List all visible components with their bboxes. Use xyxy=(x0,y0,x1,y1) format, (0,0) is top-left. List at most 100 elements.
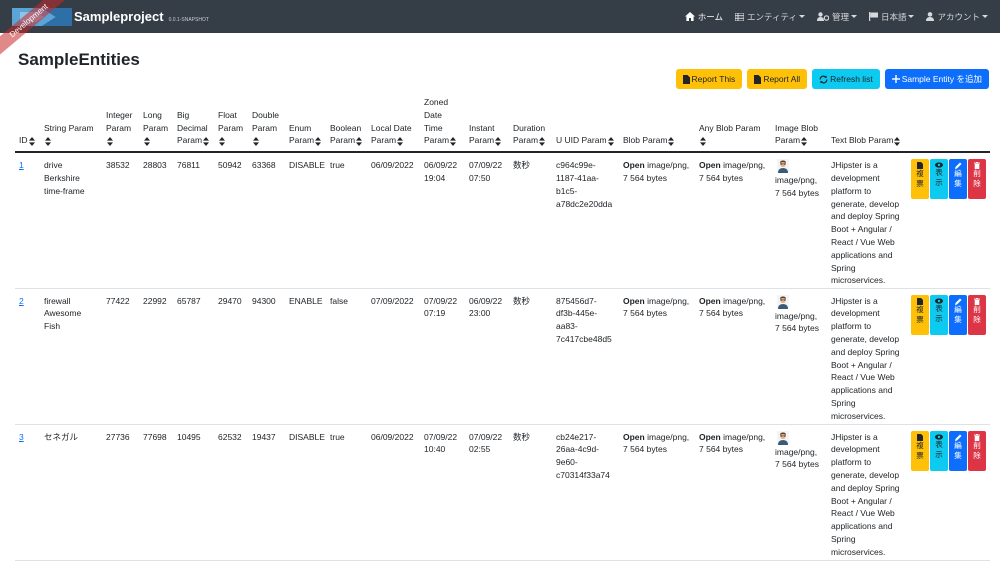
duplicate-button[interactable]: 複票 xyxy=(911,430,929,471)
delete-button[interactable]: 削除 xyxy=(968,294,986,335)
cell-line: 10:40 xyxy=(424,444,446,455)
col-header-label: Enum xyxy=(289,122,312,133)
col-header-label: Big xyxy=(177,109,190,120)
edit-button[interactable]: 編集 xyxy=(949,294,967,335)
col-header[interactable]: U UID Param xyxy=(552,96,619,154)
duplicate-button[interactable]: 複票 xyxy=(911,294,929,335)
nav-item-language[interactable]: 日本語 xyxy=(868,11,915,23)
col-header[interactable]: Integer Param xyxy=(102,96,139,154)
cell-anyblob: Open image/png, 7 564 bytes xyxy=(695,424,771,561)
cell-line: 23:00 xyxy=(469,308,491,319)
col-header[interactable]: Any Blob Param xyxy=(695,96,771,154)
col-header-label: Param xyxy=(330,135,356,146)
col-header[interactable]: Image Blob Param xyxy=(771,96,827,154)
cell-enum: DISABLE xyxy=(285,424,326,561)
report-this-button[interactable]: Report This xyxy=(675,69,743,89)
delete-button[interactable]: 削除 xyxy=(968,430,986,471)
refresh-list-button[interactable]: Refresh list xyxy=(812,69,880,89)
col-header-label: Integer xyxy=(106,109,133,120)
cell-line: Awesome xyxy=(44,308,82,319)
col-header[interactable]: Duration Param xyxy=(509,96,552,154)
open-link[interactable]: Open xyxy=(623,296,645,306)
action-label: 除 xyxy=(973,314,981,324)
cell-zoned: 06/09/22 19:04 xyxy=(420,152,465,289)
col-header[interactable]: Double Param xyxy=(248,96,285,154)
col-header[interactable]: Zoned Date Time Param xyxy=(420,96,465,154)
cell-boolean: true xyxy=(326,424,367,561)
nav-item-entities[interactable]: エンティティ xyxy=(734,11,805,23)
cell-line: image/png, xyxy=(647,160,690,171)
cell-line: df3b-445e- xyxy=(556,308,598,319)
id-link[interactable]: 3 xyxy=(19,432,24,442)
col-header[interactable]: Long Param xyxy=(139,96,173,154)
edit-button[interactable]: 編集 xyxy=(949,430,967,471)
col-header[interactable]: Text Blob Param xyxy=(827,96,907,154)
file-icon xyxy=(682,74,690,84)
brand-version: 0.0.1-SNAPSHOT xyxy=(168,16,209,23)
cell-line: 06/09/22 xyxy=(469,295,503,306)
trash-icon xyxy=(974,297,980,305)
cell-id: 2 xyxy=(15,288,40,425)
sync-icon xyxy=(819,75,828,84)
row-actions: 複票表示編集削除 xyxy=(911,294,986,335)
cell-line: 06/09/22 xyxy=(424,160,458,171)
cell-line: generate, develop xyxy=(831,470,900,481)
open-link[interactable]: Open xyxy=(699,296,721,306)
col-header[interactable]: Boolean Param xyxy=(326,96,367,154)
nav-item-admin[interactable]: 管理 xyxy=(816,11,857,23)
sort-icon xyxy=(356,136,363,146)
action-label: 複 xyxy=(916,304,924,314)
sort-icon xyxy=(801,136,808,146)
cell-line: Berkshire xyxy=(44,172,80,183)
nav-item-home[interactable]: ホーム xyxy=(684,11,723,23)
cell-localdate: 07/09/2022 xyxy=(367,288,420,425)
nav-item-entities-label: エンティティ xyxy=(746,11,797,22)
delete-button[interactable]: 削除 xyxy=(968,159,986,200)
view-button[interactable]: 表示 xyxy=(930,159,948,200)
cell-line: and deploy Spring xyxy=(831,211,900,222)
sort-icon xyxy=(894,136,901,146)
add-entity-button[interactable]: Sample Entity を追加 xyxy=(884,69,989,89)
col-header[interactable]: String Param xyxy=(40,96,102,154)
col-header-label: Text Blob Param xyxy=(831,135,894,146)
report-all-button[interactable]: Report All xyxy=(747,69,808,89)
col-header-label: Boolean xyxy=(330,122,362,133)
col-header[interactable]: Instant Param xyxy=(465,96,509,154)
id-link[interactable]: 1 xyxy=(19,160,24,170)
open-link[interactable]: Open xyxy=(699,432,721,442)
col-header[interactable]: Float Param xyxy=(214,96,248,154)
cell-imageblob: image/png, 7 564 bytes xyxy=(771,288,827,425)
cell-integer: 38532 xyxy=(102,152,139,289)
duplicate-button[interactable]: 複票 xyxy=(911,159,929,200)
refresh-list-label: Refresh list xyxy=(830,74,873,84)
view-button[interactable]: 表示 xyxy=(930,294,948,335)
col-header-label: Param xyxy=(775,135,801,146)
cell-line: 7 564 bytes xyxy=(775,323,819,334)
avatar[interactable] xyxy=(777,294,789,309)
avatar[interactable] xyxy=(777,159,789,174)
cell-textblob: JHipster is a development platform to gener… xyxy=(827,288,907,425)
col-header[interactable]: Blob Param xyxy=(619,96,695,154)
nav-item-account[interactable]: アカウント xyxy=(926,11,988,23)
view-button[interactable]: 表示 xyxy=(930,430,948,471)
id-link[interactable]: 2 xyxy=(19,296,24,306)
cell-enum: ENABLE xyxy=(285,288,326,425)
action-label: 除 xyxy=(973,179,981,189)
col-header[interactable]: Big Decimal Param xyxy=(173,96,214,154)
open-link[interactable]: Open xyxy=(623,160,645,170)
cell-line: microservices. xyxy=(831,546,886,557)
cell-line: and deploy Spring xyxy=(831,482,900,493)
edit-button[interactable]: 編集 xyxy=(949,159,967,200)
open-link[interactable]: Open xyxy=(699,160,721,170)
cell-id: 1 xyxy=(15,152,40,289)
col-header[interactable]: Local Date Param xyxy=(367,96,420,154)
col-header[interactable]: Enum Param xyxy=(285,96,326,154)
entities-table-container: ID String Param Integer Param Long Param B… xyxy=(15,96,990,561)
open-link[interactable]: Open xyxy=(623,432,645,442)
cell-actions: 複票表示編集削除 xyxy=(907,424,990,561)
col-header[interactable]: ID xyxy=(15,96,40,154)
avatar[interactable] xyxy=(777,430,789,445)
cell-line: image/png, xyxy=(723,160,766,171)
col-header-label: U UID Param xyxy=(556,135,607,146)
cell-line: 9e60- xyxy=(556,457,578,468)
